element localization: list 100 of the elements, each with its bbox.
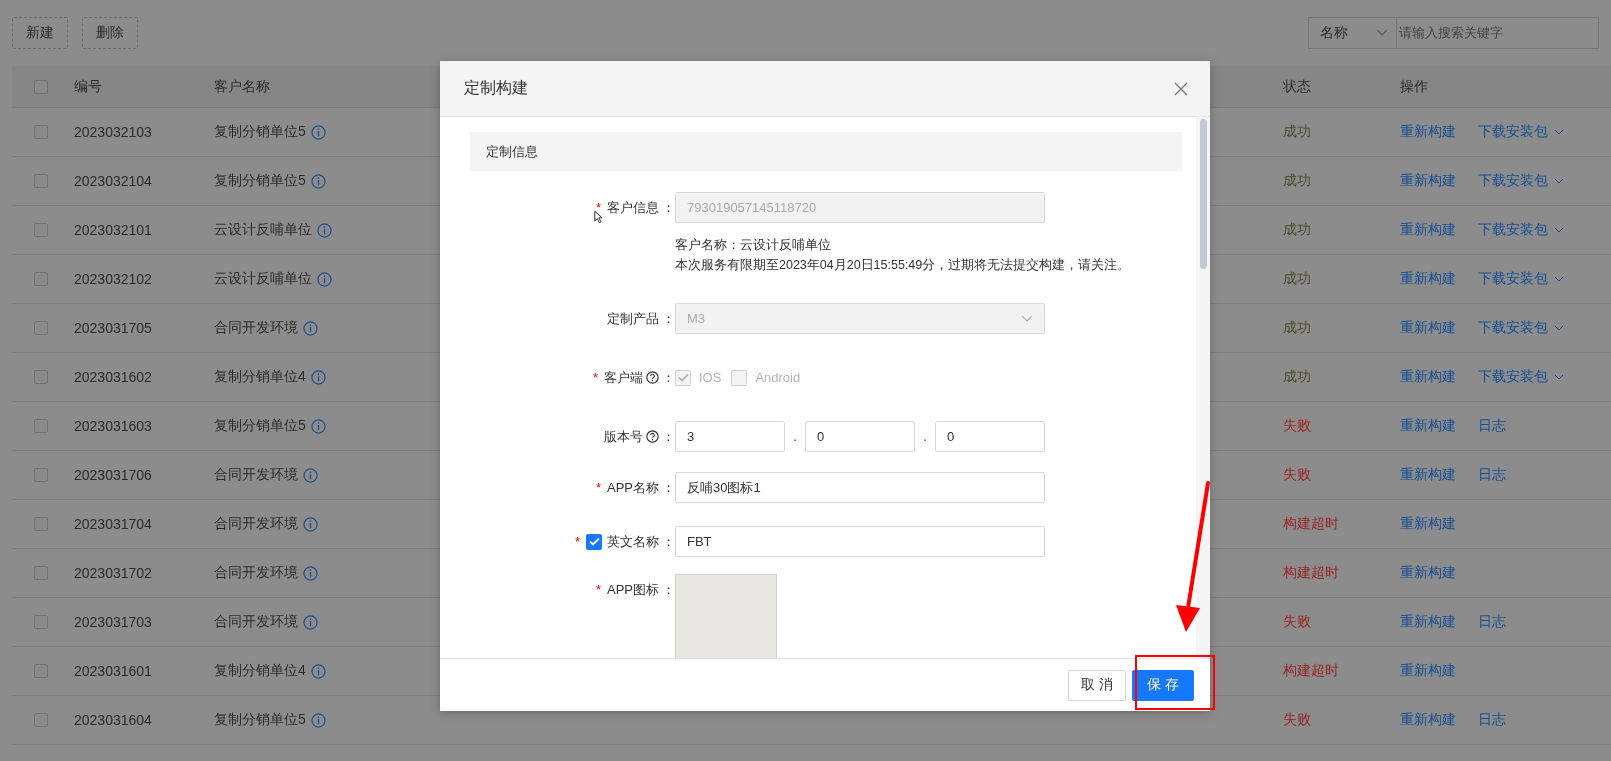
info-icon[interactable] xyxy=(317,222,332,238)
dropdown-link[interactable]: 下载安装包 xyxy=(1478,123,1564,141)
table-cell: 2023031702 xyxy=(74,565,152,581)
table-cell: 2023031703 xyxy=(74,614,152,630)
version-field[interactable]: 0 xyxy=(935,421,1045,452)
dropdown-link[interactable]: 下载安装包 xyxy=(1478,270,1564,288)
table-cell: 复制分销单位5 xyxy=(214,172,306,190)
action-link[interactable]: 重新构建 xyxy=(1400,466,1456,484)
column-header: 操作 xyxy=(1400,77,1428,96)
info-icon[interactable] xyxy=(310,418,326,434)
caret-icon xyxy=(1554,374,1564,380)
table-cell: 2023031601 xyxy=(74,663,152,679)
dropdown-link[interactable]: 下载安装包 xyxy=(1478,368,1564,386)
row-checkbox[interactable] xyxy=(34,321,48,335)
version-separator: . xyxy=(792,429,798,444)
table-cell: 2023031602 xyxy=(74,369,152,385)
caret-icon xyxy=(1554,227,1564,233)
action-link[interactable]: 重新构建 xyxy=(1400,319,1456,337)
field-label: 版本号 xyxy=(604,427,643,446)
action-link[interactable]: 日志 xyxy=(1478,613,1506,631)
version-field[interactable]: 3 xyxy=(675,421,785,452)
action-link[interactable]: 日志 xyxy=(1478,466,1506,484)
label-colon: ： xyxy=(662,478,675,497)
action-link[interactable]: 重新构建 xyxy=(1400,221,1456,239)
label-colon: ： xyxy=(662,532,675,551)
info-icon[interactable] xyxy=(303,565,318,581)
row-checkbox[interactable] xyxy=(34,370,48,384)
dropdown-link[interactable]: 下载安装包 xyxy=(1478,319,1564,337)
section-title: 定制信息 xyxy=(486,142,538,161)
label-checkbox[interactable] xyxy=(586,533,602,550)
row-checkbox[interactable] xyxy=(34,419,48,433)
status-text: 构建超时 xyxy=(1283,515,1339,533)
caret-icon xyxy=(1021,314,1033,323)
version-field[interactable]: 0 xyxy=(805,421,915,452)
action-link[interactable]: 重新构建 xyxy=(1400,662,1456,680)
info-icon[interactable] xyxy=(310,663,326,679)
scrollbar[interactable] xyxy=(1196,117,1210,658)
table-cell: 合同开发环境 xyxy=(214,515,298,533)
row-checkbox[interactable] xyxy=(34,174,48,188)
save-button[interactable]: 保 存 xyxy=(1132,669,1194,701)
dropdown-link[interactable]: 下载安装包 xyxy=(1478,221,1564,239)
action-link[interactable]: 重新构建 xyxy=(1400,417,1456,435)
action-link[interactable]: 重新构建 xyxy=(1400,515,1456,533)
status-text: 成功 xyxy=(1283,221,1311,239)
cursor-icon xyxy=(594,210,603,224)
table-cell: 合同开发环境 xyxy=(214,564,298,582)
action-link[interactable]: 重新构建 xyxy=(1400,711,1456,729)
info-icon[interactable] xyxy=(317,271,332,287)
caret-icon xyxy=(1554,325,1564,331)
action-link[interactable]: 重新构建 xyxy=(1400,613,1456,631)
table-cell: 复制分销单位4 xyxy=(214,662,306,680)
info-icon[interactable] xyxy=(303,516,318,532)
toolbar-button[interactable]: 新建 xyxy=(12,17,68,49)
toolbar-button[interactable]: 删除 xyxy=(82,17,138,49)
field-label: 客户端 xyxy=(604,368,643,387)
select-all-checkbox[interactable] xyxy=(34,79,48,94)
status-text: 成功 xyxy=(1283,123,1311,141)
row-checkbox[interactable] xyxy=(34,517,48,531)
row-checkbox[interactable] xyxy=(34,468,48,482)
version-separator: . xyxy=(922,429,928,444)
action-link[interactable]: 重新构建 xyxy=(1400,270,1456,288)
field-label: 定制产品 xyxy=(607,309,659,328)
search-field[interactable]: 请输入搜索关键字 xyxy=(1396,16,1599,49)
action-link[interactable]: 重新构建 xyxy=(1400,564,1456,582)
close-icon[interactable] xyxy=(1174,81,1188,96)
action-link[interactable]: 日志 xyxy=(1478,417,1506,435)
info-icon[interactable] xyxy=(310,369,326,385)
table-cell: 云设计反哺单位 xyxy=(214,221,312,239)
row-checkbox[interactable] xyxy=(34,272,48,286)
action-link[interactable]: 日志 xyxy=(1478,711,1506,729)
field-label: APP图标 xyxy=(607,580,659,599)
status-text: 失败 xyxy=(1283,711,1311,729)
row-checkbox[interactable] xyxy=(34,566,48,580)
row-checkbox[interactable] xyxy=(34,713,48,727)
field-label: 客户信息 xyxy=(607,198,659,217)
info-icon[interactable] xyxy=(310,173,326,189)
action-link[interactable]: 重新构建 xyxy=(1400,172,1456,190)
caret-icon xyxy=(1554,276,1564,282)
row-checkbox[interactable] xyxy=(34,664,48,678)
table-cell: 复制分销单位4 xyxy=(214,368,306,386)
dropdown-link[interactable]: 下载安装包 xyxy=(1478,172,1564,190)
cancel-button[interactable]: 取 消 xyxy=(1068,669,1127,701)
dialog-title: 定制构建 xyxy=(464,78,528,98)
text-field[interactable]: 反哺30图标1 xyxy=(675,472,1045,503)
info-icon[interactable] xyxy=(303,614,318,630)
help-text: 客户名称：云设计反哺单位 xyxy=(675,237,831,254)
text-field[interactable]: FBT xyxy=(675,526,1045,557)
info-icon[interactable] xyxy=(303,467,318,483)
info-icon[interactable] xyxy=(303,320,318,336)
info-icon[interactable] xyxy=(310,712,326,728)
table-cell: 2023031705 xyxy=(74,320,152,336)
photo-placeholder[interactable] xyxy=(675,574,777,658)
action-link[interactable]: 重新构建 xyxy=(1400,368,1456,386)
help-icon[interactable] xyxy=(646,430,659,443)
row-checkbox[interactable] xyxy=(34,125,48,139)
action-link[interactable]: 重新构建 xyxy=(1400,123,1456,141)
row-checkbox[interactable] xyxy=(34,223,48,237)
info-icon[interactable] xyxy=(310,124,326,140)
row-checkbox[interactable] xyxy=(34,615,48,629)
status-text: 失败 xyxy=(1283,613,1311,631)
